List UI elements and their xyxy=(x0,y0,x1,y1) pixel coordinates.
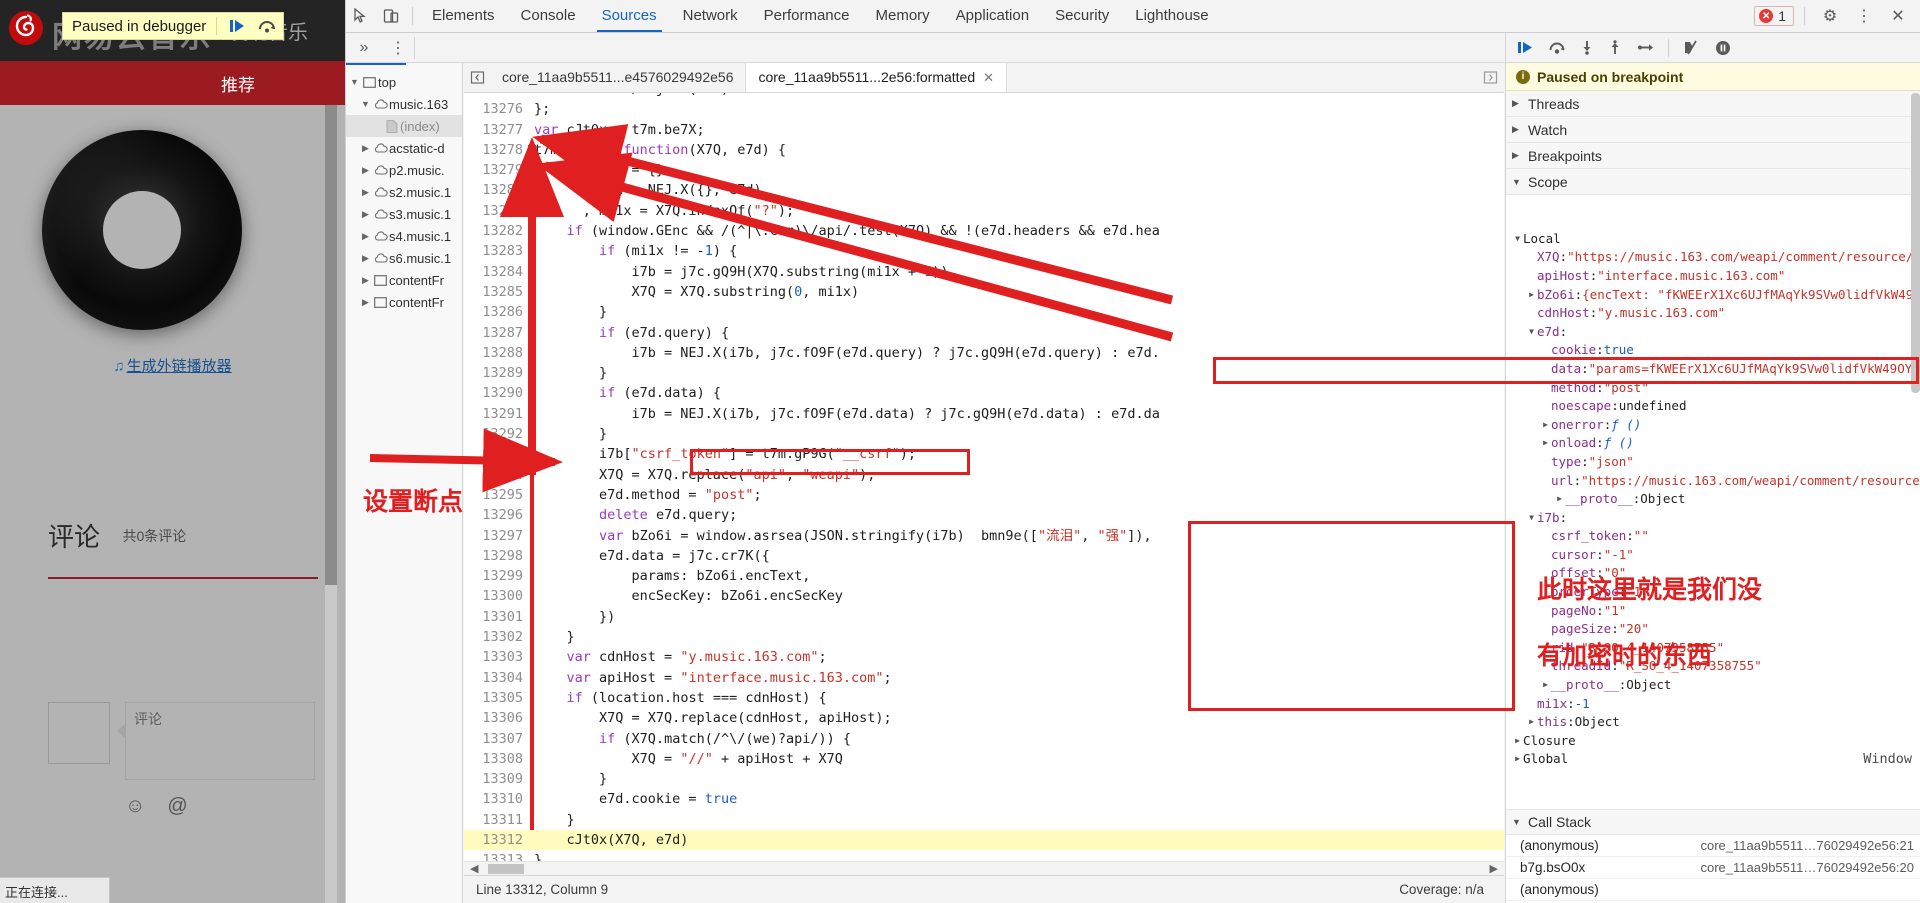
annotation-arrow-to-e7d xyxy=(536,152,1174,342)
annotation-unencrypted-note-line2: 有加密时的东西 xyxy=(1537,642,1713,670)
resume-script-icon[interactable] xyxy=(227,18,247,34)
asrsea-highlight-box xyxy=(690,449,970,475)
paused-in-debugger-bar: Paused in debugger xyxy=(62,12,285,40)
step-over-icon[interactable] xyxy=(257,18,277,34)
paused-in-debugger-label: Paused in debugger xyxy=(72,17,207,35)
data-param-highlight-box xyxy=(1213,357,1919,384)
overlay-divider xyxy=(216,17,218,35)
i7b-object-highlight-box xyxy=(1188,521,1515,711)
annotation-arrow-to-asrsea xyxy=(369,428,563,493)
annotation-unencrypted-note-line1: 此时这里就是我们没 xyxy=(1537,576,1763,604)
annotation-arrow-to-i7b xyxy=(532,124,1174,305)
annotation-set-breakpoint: 设置断点 xyxy=(363,488,464,516)
